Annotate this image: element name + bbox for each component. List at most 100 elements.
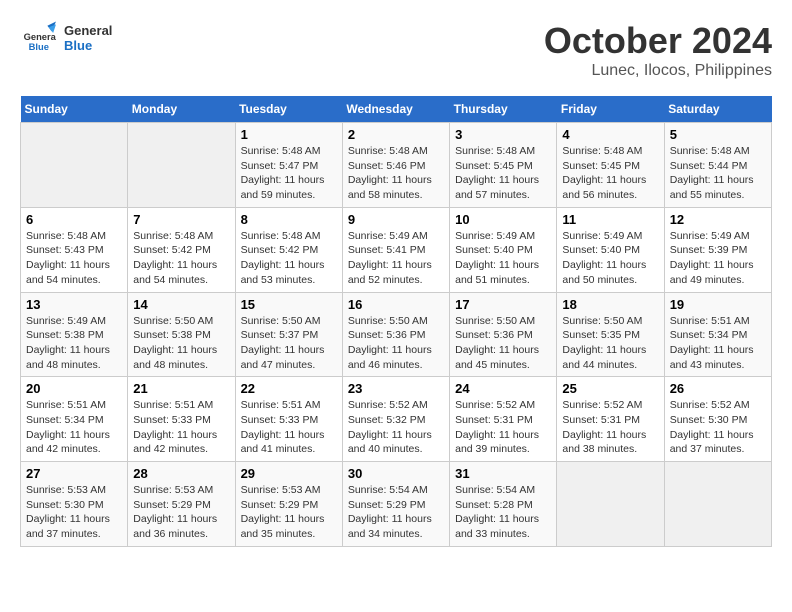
- calendar-cell: 7Sunrise: 5:48 AMSunset: 5:42 PMDaylight…: [128, 207, 235, 292]
- day-info: Sunrise: 5:53 AMSunset: 5:29 PMDaylight:…: [133, 483, 229, 542]
- day-info: Sunrise: 5:48 AMSunset: 5:47 PMDaylight:…: [241, 144, 337, 203]
- logo-line2: Blue: [64, 38, 112, 53]
- calendar-cell: [128, 123, 235, 208]
- day-info: Sunrise: 5:54 AMSunset: 5:28 PMDaylight:…: [455, 483, 551, 542]
- calendar-cell: 5Sunrise: 5:48 AMSunset: 5:44 PMDaylight…: [664, 123, 771, 208]
- calendar-cell: 12 Sunrise: 5:49 AMSunset: 5:39 PMDayligh…: [664, 207, 771, 292]
- logo-line1: General: [64, 23, 112, 38]
- day-number: 12: [670, 212, 766, 227]
- day-number: 18: [562, 297, 658, 312]
- calendar-cell: 27 Sunrise: 5:53 AMSunset: 5:30 PMDayligh…: [21, 462, 128, 547]
- day-number: 3: [455, 127, 551, 142]
- weekday-header: Sunday: [21, 96, 128, 123]
- day-number: 4: [562, 127, 658, 142]
- calendar-week-row: 6 Sunrise: 5:48 AMSunset: 5:43 PMDaylight…: [21, 207, 772, 292]
- calendar-cell: 3 Sunrise: 5:48 AMSunset: 5:45 PMDaylight…: [450, 123, 557, 208]
- day-number: 19: [670, 297, 766, 312]
- title-block: October 2024 Lunec, Ilocos, Philippines: [544, 20, 772, 80]
- day-number: 21: [133, 381, 229, 396]
- day-info: Sunrise: 5:52 AMSunset: 5:30 PMDaylight:…: [670, 398, 766, 457]
- day-info: Sunrise: 5:50 AMSunset: 5:36 PMDaylight:…: [455, 314, 551, 373]
- calendar-cell: 17Sunrise: 5:50 AMSunset: 5:36 PMDayligh…: [450, 292, 557, 377]
- day-number: 20: [26, 381, 122, 396]
- day-info: Sunrise: 5:48 AMSunset: 5:45 PMDaylight:…: [562, 144, 658, 203]
- calendar-header-row: SundayMondayTuesdayWednesdayThursdayFrid…: [21, 96, 772, 123]
- day-number: 9: [348, 212, 444, 227]
- calendar-cell: 21 Sunrise: 5:51 AMSunset: 5:33 PMDayligh…: [128, 377, 235, 462]
- logo: General Blue General Blue: [20, 20, 112, 56]
- calendar-cell: 24 Sunrise: 5:52 AMSunset: 5:31 PMDayligh…: [450, 377, 557, 462]
- calendar-cell: 11Sunrise: 5:49 AMSunset: 5:40 PMDayligh…: [557, 207, 664, 292]
- day-info: Sunrise: 5:52 AMSunset: 5:31 PMDaylight:…: [455, 398, 551, 457]
- day-number: 27: [26, 466, 122, 481]
- weekday-header: Wednesday: [342, 96, 449, 123]
- page-header: General Blue General Blue October 2024 L…: [20, 20, 772, 80]
- day-info: Sunrise: 5:51 AMSunset: 5:34 PMDaylight:…: [670, 314, 766, 373]
- calendar-cell: 16Sunrise: 5:50 AMSunset: 5:36 PMDayligh…: [342, 292, 449, 377]
- calendar-cell: [21, 123, 128, 208]
- day-number: 11: [562, 212, 658, 227]
- weekday-header: Tuesday: [235, 96, 342, 123]
- calendar-week-row: 20 Sunrise: 5:51 AMSunset: 5:34 PMDayligh…: [21, 377, 772, 462]
- calendar-cell: 26 Sunrise: 5:52 AMSunset: 5:30 PMDayligh…: [664, 377, 771, 462]
- day-info: Sunrise: 5:54 AMSunset: 5:29 PMDaylight:…: [348, 483, 444, 542]
- calendar-cell: 4 Sunrise: 5:48 AMSunset: 5:45 PMDaylight…: [557, 123, 664, 208]
- day-number: 25: [562, 381, 658, 396]
- day-info: Sunrise: 5:53 AMSunset: 5:30 PMDaylight:…: [26, 483, 122, 542]
- calendar-cell: [557, 462, 664, 547]
- day-info: Sunrise: 5:49 AMSunset: 5:39 PMDaylight:…: [670, 229, 766, 288]
- calendar-cell: 30 Sunrise: 5:54 AMSunset: 5:29 PMDayligh…: [342, 462, 449, 547]
- calendar-cell: 19 Sunrise: 5:51 AMSunset: 5:34 PMDayligh…: [664, 292, 771, 377]
- day-info: Sunrise: 5:48 AMSunset: 5:45 PMDaylight:…: [455, 144, 551, 203]
- day-info: Sunrise: 5:51 AMSunset: 5:33 PMDaylight:…: [133, 398, 229, 457]
- calendar-cell: 14 Sunrise: 5:50 AMSunset: 5:38 PMDayligh…: [128, 292, 235, 377]
- weekday-header: Thursday: [450, 96, 557, 123]
- calendar-cell: 18Sunrise: 5:50 AMSunset: 5:35 PMDayligh…: [557, 292, 664, 377]
- calendar-table: SundayMondayTuesdayWednesdayThursdayFrid…: [20, 96, 772, 547]
- weekday-header: Monday: [128, 96, 235, 123]
- day-number: 31: [455, 466, 551, 481]
- calendar-cell: 31 Sunrise: 5:54 AMSunset: 5:28 PMDayligh…: [450, 462, 557, 547]
- day-number: 14: [133, 297, 229, 312]
- calendar-week-row: 13Sunrise: 5:49 AMSunset: 5:38 PMDayligh…: [21, 292, 772, 377]
- calendar-cell: 10Sunrise: 5:49 AMSunset: 5:40 PMDayligh…: [450, 207, 557, 292]
- day-info: Sunrise: 5:48 AMSunset: 5:43 PMDaylight:…: [26, 229, 122, 288]
- day-number: 7: [133, 212, 229, 227]
- day-info: Sunrise: 5:48 AMSunset: 5:42 PMDaylight:…: [241, 229, 337, 288]
- day-number: 13: [26, 297, 122, 312]
- calendar-week-row: 27 Sunrise: 5:53 AMSunset: 5:30 PMDayligh…: [21, 462, 772, 547]
- day-number: 26: [670, 381, 766, 396]
- day-info: Sunrise: 5:53 AMSunset: 5:29 PMDaylight:…: [241, 483, 337, 542]
- calendar-cell: 9 Sunrise: 5:49 AMSunset: 5:41 PMDaylight…: [342, 207, 449, 292]
- day-number: 24: [455, 381, 551, 396]
- day-info: Sunrise: 5:48 AMSunset: 5:44 PMDaylight:…: [670, 144, 766, 203]
- day-number: 8: [241, 212, 337, 227]
- day-info: Sunrise: 5:50 AMSunset: 5:37 PMDaylight:…: [241, 314, 337, 373]
- day-info: Sunrise: 5:51 AMSunset: 5:34 PMDaylight:…: [26, 398, 122, 457]
- calendar-cell: 29 Sunrise: 5:53 AMSunset: 5:29 PMDayligh…: [235, 462, 342, 547]
- calendar-cell: 22 Sunrise: 5:51 AMSunset: 5:33 PMDayligh…: [235, 377, 342, 462]
- day-info: Sunrise: 5:49 AMSunset: 5:41 PMDaylight:…: [348, 229, 444, 288]
- calendar-cell: 1Sunrise: 5:48 AMSunset: 5:47 PMDaylight…: [235, 123, 342, 208]
- logo-icon: General Blue: [20, 20, 56, 56]
- calendar-cell: 15Sunrise: 5:50 AMSunset: 5:37 PMDayligh…: [235, 292, 342, 377]
- day-number: 30: [348, 466, 444, 481]
- day-info: Sunrise: 5:48 AMSunset: 5:46 PMDaylight:…: [348, 144, 444, 203]
- day-info: Sunrise: 5:51 AMSunset: 5:33 PMDaylight:…: [241, 398, 337, 457]
- calendar-cell: 2Sunrise: 5:48 AMSunset: 5:46 PMDaylight…: [342, 123, 449, 208]
- day-number: 22: [241, 381, 337, 396]
- calendar-cell: 6 Sunrise: 5:48 AMSunset: 5:43 PMDaylight…: [21, 207, 128, 292]
- location-title: Lunec, Ilocos, Philippines: [544, 62, 772, 80]
- month-title: October 2024: [544, 20, 772, 62]
- day-number: 6: [26, 212, 122, 227]
- day-info: Sunrise: 5:50 AMSunset: 5:38 PMDaylight:…: [133, 314, 229, 373]
- calendar-week-row: 1Sunrise: 5:48 AMSunset: 5:47 PMDaylight…: [21, 123, 772, 208]
- day-number: 29: [241, 466, 337, 481]
- calendar-cell: 25 Sunrise: 5:52 AMSunset: 5:31 PMDayligh…: [557, 377, 664, 462]
- day-number: 10: [455, 212, 551, 227]
- weekday-header: Friday: [557, 96, 664, 123]
- calendar-cell: 28Sunrise: 5:53 AMSunset: 5:29 PMDayligh…: [128, 462, 235, 547]
- day-info: Sunrise: 5:52 AMSunset: 5:31 PMDaylight:…: [562, 398, 658, 457]
- day-number: 23: [348, 381, 444, 396]
- day-info: Sunrise: 5:52 AMSunset: 5:32 PMDaylight:…: [348, 398, 444, 457]
